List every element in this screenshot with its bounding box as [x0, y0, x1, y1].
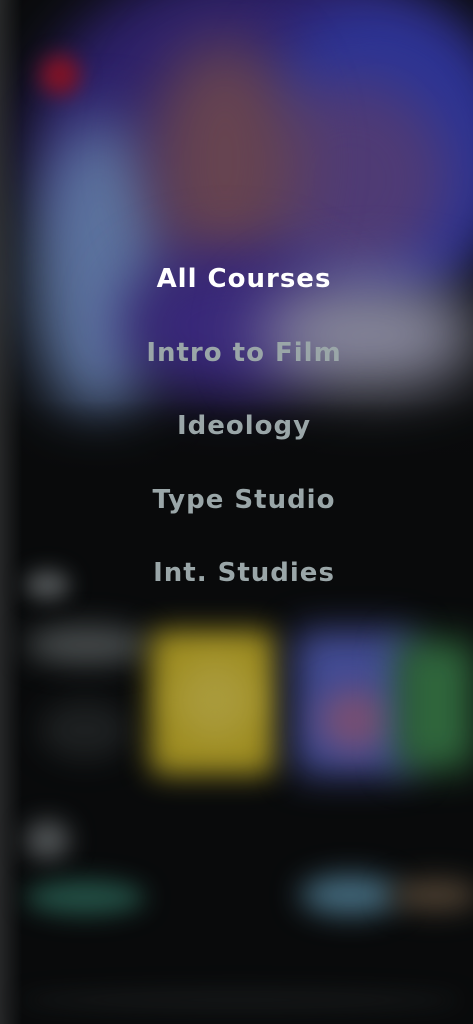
menu-item-ideology[interactable]: Ideology — [0, 411, 473, 441]
course-menu: All Courses Intro to Film Ideology Type … — [0, 0, 473, 1024]
menu-item-intro-to-film[interactable]: Intro to Film — [0, 338, 473, 368]
menu-item-type-studio[interactable]: Type Studio — [0, 485, 473, 515]
menu-item-all-courses[interactable]: All Courses — [0, 264, 473, 294]
menu-item-int-studies[interactable]: Int. Studies — [0, 558, 473, 588]
course-menu-screen: All Courses Intro to Film Ideology Type … — [0, 0, 473, 1024]
